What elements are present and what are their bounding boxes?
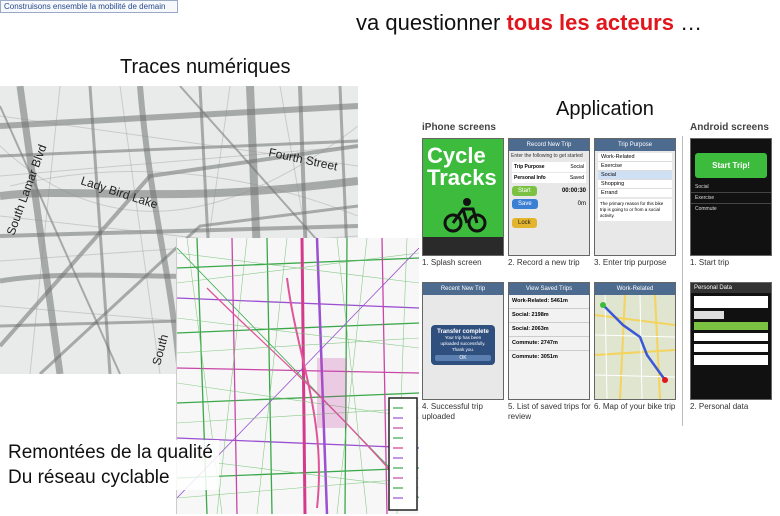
- record-row-personal[interactable]: Personal Info: [514, 175, 546, 181]
- title-suffix: …: [680, 10, 703, 35]
- app-screenshots-panel: iPhone screens Android screens Cycle Tra…: [418, 118, 780, 434]
- upload-dialog-text: Your trip has been uploaded successfully…: [440, 335, 486, 352]
- section-divider: [682, 136, 683, 426]
- record-lock-button[interactable]: Lock: [512, 218, 537, 228]
- record-save-button[interactable]: Save: [512, 199, 538, 209]
- upload-header: Recent New Trip: [423, 283, 503, 295]
- caption-uploaded: 4. Successful trip uploaded: [422, 402, 483, 421]
- splash-title-line1: Cycle: [427, 143, 486, 168]
- record-timer: 00:00:30: [561, 188, 586, 194]
- saved-trip-item[interactable]: Commute: 3051m: [509, 351, 589, 364]
- caption-line-2: Du réseau cyclable: [8, 467, 170, 488]
- trip-route-map: [595, 294, 675, 399]
- screen-record-trip: Record New Trip Enter the following to g…: [508, 138, 590, 256]
- splash-title-line2: Tracks: [427, 165, 497, 190]
- purpose-item[interactable]: Exercise: [598, 162, 672, 171]
- screen-personal-data: Personal Data: [690, 282, 772, 400]
- android-trip-row[interactable]: Exercise: [691, 193, 771, 204]
- caption-personal: 2. Personal data: [690, 402, 749, 411]
- purpose-item[interactable]: Errand: [598, 189, 672, 197]
- record-row-purpose[interactable]: Trip Purpose: [514, 164, 545, 170]
- screen-upload-success: Recent New Trip Transfer complete Your t…: [422, 282, 504, 400]
- caption-line-1: Remontées de la qualité: [8, 442, 213, 463]
- map-header: Work-Related: [595, 283, 675, 295]
- title-highlight: tous les acteurs: [506, 10, 674, 35]
- purpose-item-selected[interactable]: Social: [598, 171, 672, 180]
- traces-heading: Traces numériques: [120, 56, 291, 78]
- screen-trip-map: Work-Related: [594, 282, 676, 400]
- record-start-button[interactable]: Start: [512, 186, 537, 196]
- saved-header: View Saved Trips: [509, 283, 589, 295]
- saved-trip-item[interactable]: Social: 2198m: [509, 309, 589, 323]
- iphone-screens-label: iPhone screens: [422, 122, 496, 133]
- organization-logo: Construisons ensemble la mobilité de dem…: [0, 0, 178, 13]
- record-row-purpose-value: Social: [570, 164, 584, 170]
- caption-map: 6. Map of your bike trip: [594, 402, 676, 411]
- saved-trip-item[interactable]: Social: 2063m: [509, 323, 589, 337]
- purpose-note: The primary reason for this bike trip is…: [598, 199, 672, 221]
- saved-trip-item[interactable]: Commute: 2747m: [509, 337, 589, 351]
- caption-saved-trips: 5. List of saved trips for review: [508, 402, 591, 421]
- caption-purpose: 3. Enter trip purpose: [594, 258, 667, 267]
- screen-splash: Cycle Tracks: [422, 138, 504, 256]
- screen-saved-trips: View Saved Trips Work-Related: 5461m Soc…: [508, 282, 590, 400]
- upload-ok-button[interactable]: OK: [435, 355, 491, 361]
- slide-title: va questionner tous les acteurs …: [356, 10, 702, 36]
- screen-android-start: Start Trip! Social Exercise Commute: [690, 138, 772, 256]
- record-instruction: Enter the following to get started: [511, 153, 583, 159]
- android-screens-label: Android screens: [690, 122, 769, 133]
- screen-trip-purpose: Trip Purpose Work-Related Exercise Socia…: [594, 138, 676, 256]
- purpose-item[interactable]: Work-Related: [598, 153, 672, 162]
- caption-splash: 1. Splash screen: [422, 258, 482, 267]
- record-header: Record New Trip: [509, 139, 589, 151]
- purpose-header: Trip Purpose: [595, 139, 675, 151]
- android-trip-row[interactable]: Commute: [691, 204, 771, 214]
- caption-record: 2. Record a new trip: [508, 258, 580, 267]
- saved-trip-item[interactable]: Work-Related: 5461m: [509, 295, 589, 309]
- title-prefix: va questionner: [356, 10, 501, 35]
- personal-header: Personal Data: [691, 283, 771, 293]
- purpose-item[interactable]: Shopping: [598, 180, 672, 189]
- network-quality-caption: Remontées de la qualité Du réseau cyclab…: [8, 440, 219, 490]
- logo-tagline: Construisons ensemble la mobilité de dem…: [4, 2, 166, 11]
- android-start-button[interactable]: Start Trip!: [695, 153, 767, 178]
- android-trip-row[interactable]: Social: [691, 182, 771, 193]
- record-distance: 0m: [577, 201, 586, 207]
- caption-start-trip: 1. Start trip: [690, 258, 730, 267]
- record-row-personal-value: Saved: [569, 175, 584, 181]
- bicycle-icon: [443, 198, 487, 233]
